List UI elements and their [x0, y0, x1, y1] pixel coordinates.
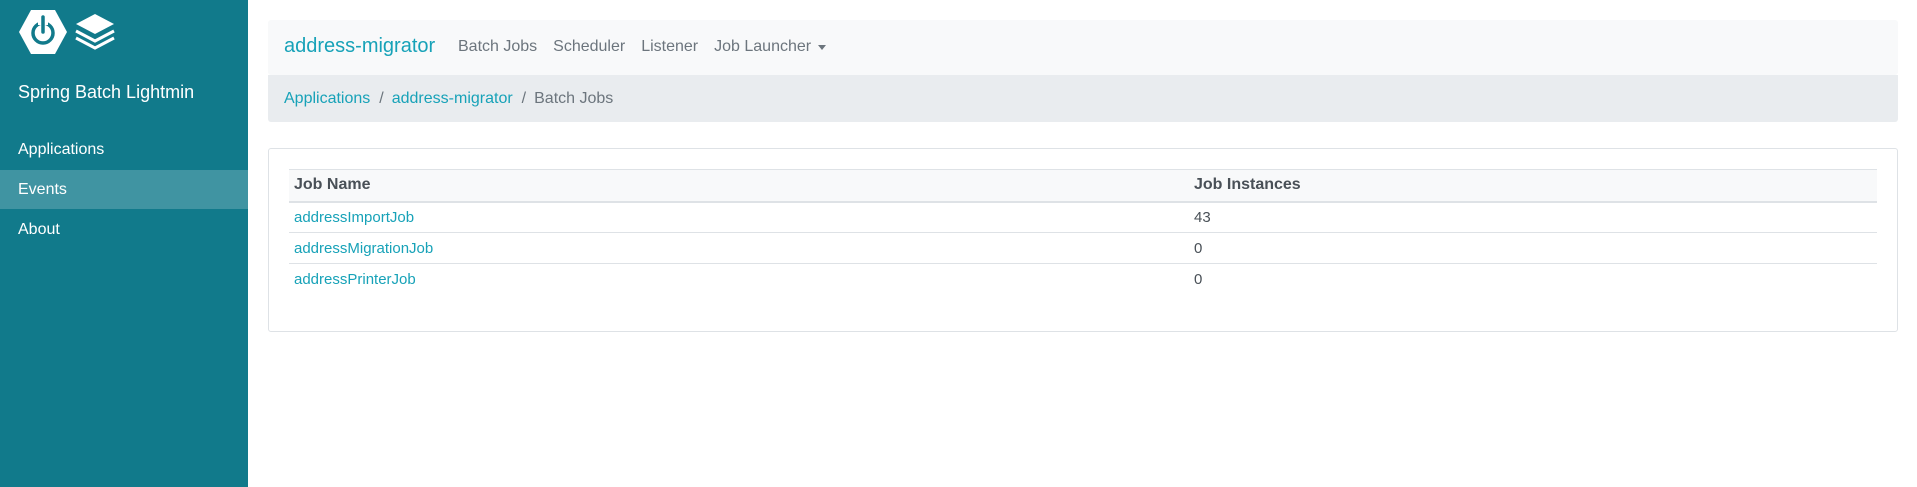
job-name-cell: addressImportJob: [289, 201, 1189, 233]
navbar-brand[interactable]: address-migrator: [284, 35, 435, 58]
spring-power-logo-icon[interactable]: [18, 9, 68, 55]
table-header-row: Job Name Job Instances: [289, 169, 1877, 202]
job-name-cell: addressPrinterJob: [289, 264, 1189, 295]
nav-link-listener[interactable]: Listener: [641, 38, 698, 56]
table-row: addressPrinterJob 0: [289, 264, 1877, 295]
caret-down-icon: [818, 45, 827, 50]
job-link[interactable]: addressImportJob: [294, 209, 414, 226]
sidebar-item-events[interactable]: Events: [0, 170, 248, 209]
top-navbar: address-migrator Batch Jobs Scheduler Li…: [268, 20, 1898, 75]
table-row: addressImportJob 43: [289, 201, 1877, 233]
nav-link-label: Listener: [641, 38, 699, 55]
breadcrumb-app[interactable]: address-migrator: [392, 90, 513, 108]
breadcrumb-applications[interactable]: Applications: [284, 90, 370, 108]
nav-link-label: Job Launcher: [714, 38, 812, 55]
nav-link-scheduler[interactable]: Scheduler: [553, 38, 625, 56]
jobs-card: Job Name Job Instances addressImportJob …: [268, 148, 1898, 332]
breadcrumb-separator: /: [521, 89, 527, 107]
job-instances-cell: 43: [1189, 201, 1877, 233]
job-link[interactable]: addressPrinterJob: [294, 271, 416, 288]
layers-stack-icon: [75, 14, 115, 50]
app-title: Spring Batch Lightmin: [18, 82, 195, 102]
job-link[interactable]: addressMigrationJob: [294, 240, 433, 257]
jobs-table: Job Name Job Instances addressImportJob …: [289, 169, 1877, 295]
breadcrumb: Applications / address-migrator / Batch …: [268, 75, 1898, 122]
job-instances-cell: 0: [1194, 270, 1203, 288]
breadcrumb-current: Batch Jobs: [534, 89, 614, 107]
job-instances-cell: 0: [1189, 232, 1877, 264]
nav-link-label: Scheduler: [553, 38, 626, 55]
sidebar-item-applications[interactable]: Applications: [0, 130, 248, 169]
nav-dropdown-job-launcher[interactable]: Job Launcher: [714, 38, 827, 56]
sidebar: Spring Batch Lightmin Applications Event…: [0, 0, 248, 487]
column-header-job-instances: Job Instances: [1194, 176, 1301, 194]
logo-group: [18, 10, 116, 54]
nav-link-label: Batch Jobs: [458, 38, 538, 55]
job-name-cell: addressMigrationJob: [289, 232, 1189, 264]
breadcrumb-separator: /: [379, 89, 384, 107]
navbar-links: Batch Jobs Scheduler Listener Job Launch…: [458, 38, 842, 56]
table-row: addressMigrationJob 0: [289, 232, 1877, 264]
column-header-job-name: Job Name: [294, 176, 371, 194]
sidebar-item-about[interactable]: About: [0, 210, 248, 249]
nav-link-batch-jobs[interactable]: Batch Jobs: [458, 38, 537, 56]
